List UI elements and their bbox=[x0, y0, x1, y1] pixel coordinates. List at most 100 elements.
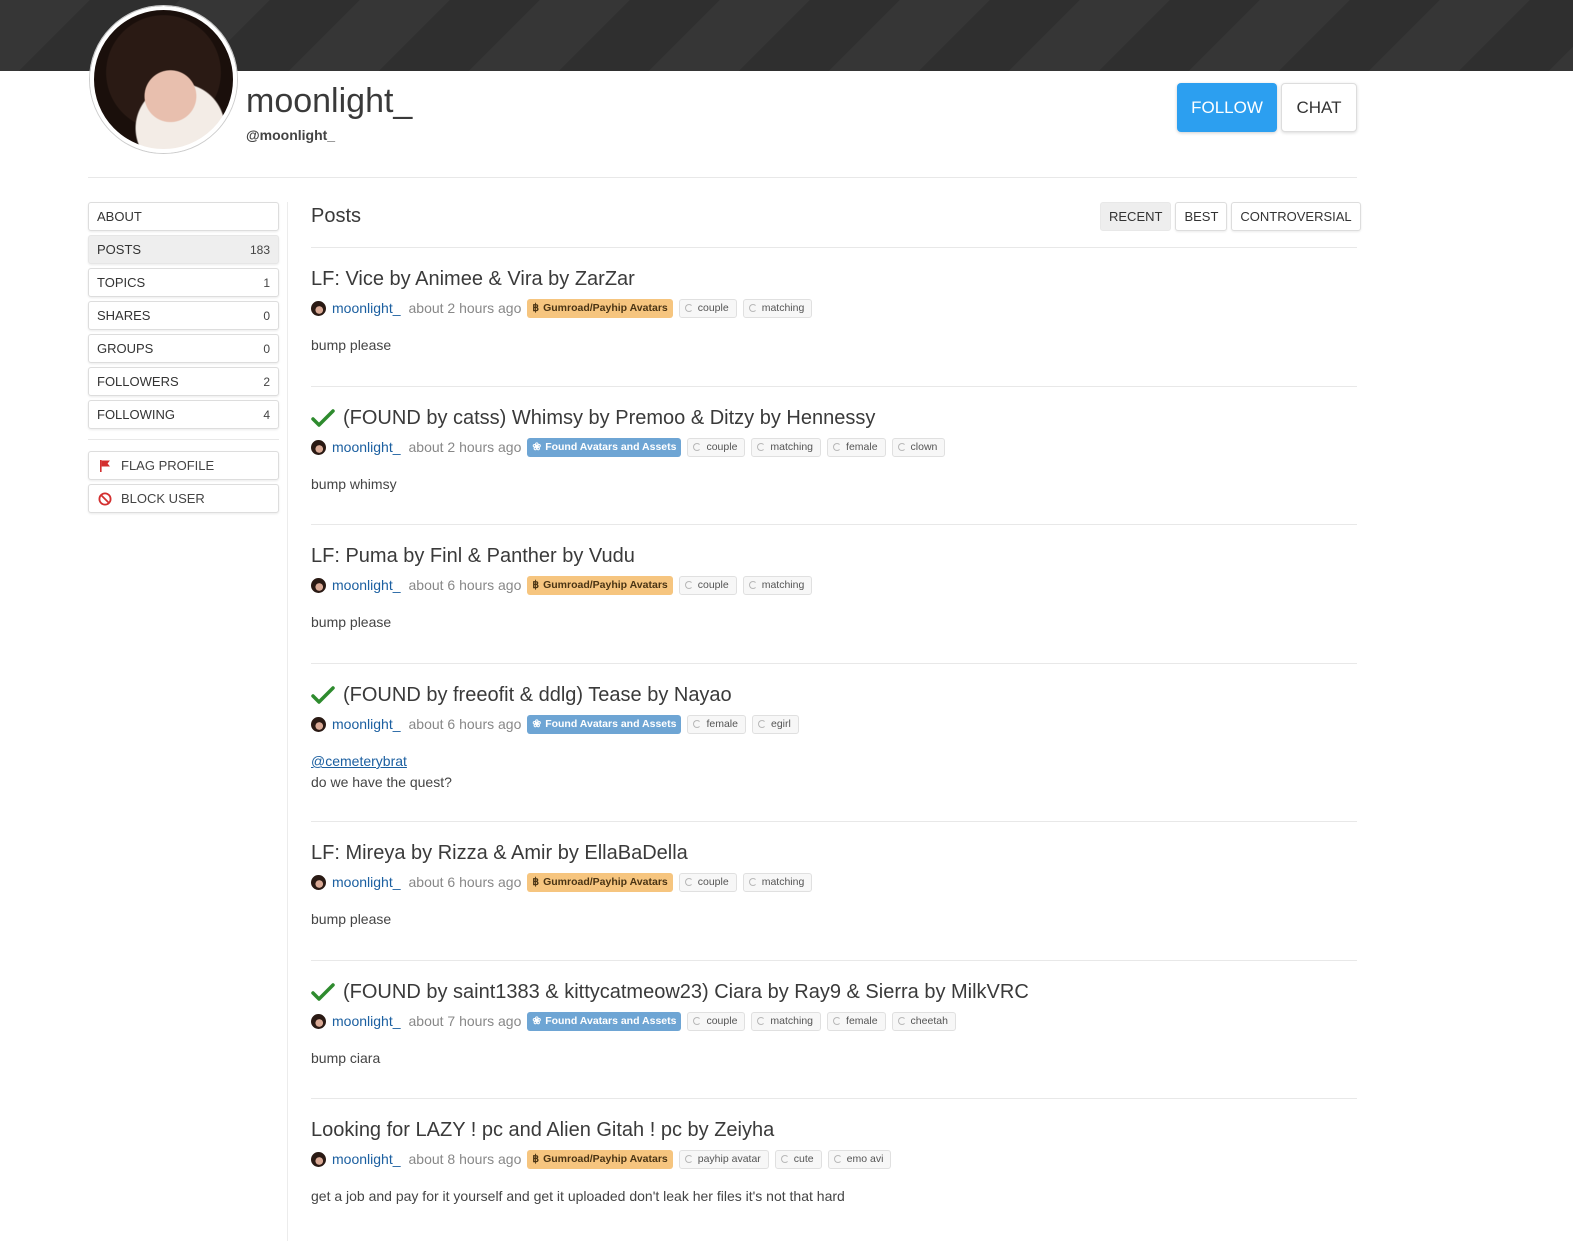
sidebar-item-label: GROUPS bbox=[97, 341, 154, 356]
sidebar-item-count: 0 bbox=[263, 308, 270, 323]
tag-chip[interactable]: matching bbox=[742, 575, 813, 595]
sidebar-separator bbox=[287, 202, 288, 1241]
post-meta: moonlight_ about 2 hours ago ฿ Gumroad/Payh… bbox=[311, 297, 1357, 319]
category-badge[interactable]: ❀ Found Avatars and Assets bbox=[527, 437, 682, 457]
chat-button[interactable]: CHAT bbox=[1281, 83, 1357, 132]
sort-tab-controversial[interactable]: CONTROVERSIAL bbox=[1231, 202, 1361, 231]
author-avatar[interactable] bbox=[311, 874, 326, 890]
tag-chip[interactable]: matching bbox=[742, 298, 813, 318]
post-body-text: bump please bbox=[311, 614, 392, 630]
tag-icon bbox=[748, 581, 757, 589]
post-title[interactable]: (FOUND by saint1383 & kittycatmeow23) Ci… bbox=[311, 978, 1357, 1006]
sidebar-item-topics[interactable]: TOPICS 1 bbox=[88, 268, 279, 297]
tag-label: egirl bbox=[770, 718, 791, 730]
post-title[interactable]: Looking for LAZY ! pc and Alien Gitah ! … bbox=[311, 1116, 1357, 1144]
check-icon bbox=[311, 686, 335, 704]
post-author-link[interactable]: moonlight_ bbox=[332, 300, 401, 316]
category-badge[interactable]: ฿ Gumroad/Payhip Avatars bbox=[527, 298, 673, 318]
tag-label: clown bbox=[910, 441, 938, 453]
sort-tab-best[interactable]: BEST bbox=[1175, 202, 1228, 231]
sort-tab-recent[interactable]: RECENT bbox=[1100, 202, 1172, 231]
check-icon bbox=[311, 409, 335, 427]
tag-chip[interactable]: emo avi bbox=[827, 1149, 892, 1169]
tag-icon bbox=[833, 1017, 842, 1025]
post-item: Looking for LAZY ! pc and Alien Gitah ! … bbox=[311, 1116, 1357, 1207]
category-badge[interactable]: ❀ Found Avatars and Assets bbox=[527, 714, 682, 734]
sidebar-item-shares[interactable]: SHARES 0 bbox=[88, 301, 279, 330]
tag-chip[interactable]: couple bbox=[678, 872, 737, 892]
post-title[interactable]: (FOUND by catss) Whimsy by Premoo & Ditz… bbox=[311, 404, 1357, 432]
tag-chip[interactable]: matching bbox=[751, 437, 822, 457]
post-timestamp: about 2 hours ago bbox=[408, 300, 522, 316]
post-title[interactable]: LF: Vice by Animee & Vira by ZarZar bbox=[311, 265, 1357, 293]
author-avatar[interactable] bbox=[311, 577, 326, 593]
post-timestamp: about 7 hours ago bbox=[408, 1013, 522, 1029]
profile-sidebar: ABOUT POSTS 183 TOPICS 1 SHARES 0 GROUPS 0 F… bbox=[88, 202, 279, 517]
block-user-button[interactable]: BLOCK USER bbox=[88, 484, 279, 513]
sidebar-item-label: SHARES bbox=[97, 308, 151, 323]
sidebar-item-posts[interactable]: POSTS 183 bbox=[88, 235, 279, 264]
category-badge[interactable]: ฿ Gumroad/Payhip Avatars bbox=[527, 575, 673, 595]
category-badge[interactable]: ฿ Gumroad/Payhip Avatars bbox=[527, 1149, 673, 1169]
sidebar-item-count: 0 bbox=[263, 341, 270, 356]
tag-icon bbox=[833, 443, 842, 451]
tag-chip[interactable]: female bbox=[687, 714, 746, 734]
post-body: bump please bbox=[311, 909, 1357, 930]
post-item: LF: Vice by Animee & Vira by ZarZar moonl… bbox=[311, 265, 1357, 387]
category-badge[interactable]: ❀ Found Avatars and Assets bbox=[527, 1011, 682, 1031]
tag-chip[interactable]: couple bbox=[678, 575, 737, 595]
mention-link[interactable]: @cemeterybrat bbox=[311, 751, 1357, 772]
tag-chip[interactable]: matching bbox=[742, 872, 813, 892]
tag-label: cute bbox=[793, 1153, 814, 1165]
tag-chip[interactable]: egirl bbox=[751, 714, 799, 734]
post-author-link[interactable]: moonlight_ bbox=[332, 874, 401, 890]
post-divider bbox=[311, 524, 1357, 525]
author-avatar[interactable] bbox=[311, 716, 326, 732]
tag-chip[interactable]: cute bbox=[774, 1149, 822, 1169]
post-timestamp: about 8 hours ago bbox=[408, 1151, 522, 1167]
flag-profile-button[interactable]: FLAG PROFILE bbox=[88, 451, 279, 480]
tag-chip[interactable]: payhip avatar bbox=[678, 1149, 769, 1169]
category-badge[interactable]: ฿ Gumroad/Payhip Avatars bbox=[527, 872, 673, 892]
found-icon: ❀ bbox=[532, 1015, 542, 1027]
post-title[interactable]: LF: Puma by Finl & Panther by Vudu bbox=[311, 542, 1357, 570]
post-author-link[interactable]: moonlight_ bbox=[332, 439, 401, 455]
post-author-link[interactable]: moonlight_ bbox=[332, 577, 401, 593]
tag-chip[interactable]: matching bbox=[751, 1011, 822, 1031]
tag-icon bbox=[757, 443, 766, 451]
category-label: Found Avatars and Assets bbox=[545, 1015, 677, 1027]
post-divider bbox=[311, 960, 1357, 961]
post-title-text: LF: Vice by Animee & Vira by ZarZar bbox=[311, 267, 635, 290]
sidebar-item-groups[interactable]: GROUPS 0 bbox=[88, 334, 279, 363]
post-meta: moonlight_ about 6 hours ago ❀ Found Avatar… bbox=[311, 713, 1357, 735]
tag-chip[interactable]: couple bbox=[678, 298, 737, 318]
author-avatar[interactable] bbox=[311, 1013, 326, 1029]
tag-chip[interactable]: female bbox=[827, 1011, 886, 1031]
author-avatar[interactable] bbox=[311, 300, 326, 316]
sidebar-item-about[interactable]: ABOUT bbox=[88, 202, 279, 231]
post-author-link[interactable]: moonlight_ bbox=[332, 716, 401, 732]
post-meta: moonlight_ about 7 hours ago ❀ Found Avatar… bbox=[311, 1010, 1357, 1032]
post-body-text: bump please bbox=[311, 911, 392, 927]
tag-chip[interactable]: couple bbox=[687, 437, 746, 457]
post-title[interactable]: (FOUND by freeofit & ddlg) Tease by Naya… bbox=[311, 681, 1357, 709]
tag-label: payhip avatar bbox=[697, 1153, 761, 1165]
sidebar-item-count: 4 bbox=[263, 407, 270, 422]
category-label: Gumroad/Payhip Avatars bbox=[543, 876, 668, 888]
tag-chip[interactable]: couple bbox=[687, 1011, 746, 1031]
post-author-link[interactable]: moonlight_ bbox=[332, 1151, 401, 1167]
tag-chip[interactable]: clown bbox=[891, 437, 946, 457]
tag-chip[interactable]: cheetah bbox=[891, 1011, 956, 1031]
post-author-link[interactable]: moonlight_ bbox=[332, 1013, 401, 1029]
post-body-text: bump whimsy bbox=[311, 476, 397, 492]
sidebar-item-following[interactable]: FOLLOWING 4 bbox=[88, 400, 279, 429]
post-item: (FOUND by saint1383 & kittycatmeow23) Ci… bbox=[311, 978, 1357, 1099]
tag-chip[interactable]: female bbox=[827, 437, 886, 457]
tag-icon bbox=[684, 581, 693, 589]
post-title[interactable]: LF: Mireya by Rizza & Amir by EllaBaDell… bbox=[311, 839, 1357, 867]
sidebar-item-followers[interactable]: FOLLOWERS 2 bbox=[88, 367, 279, 396]
author-avatar[interactable] bbox=[311, 1151, 326, 1167]
author-avatar[interactable] bbox=[311, 439, 326, 455]
follow-button[interactable]: FOLLOW bbox=[1177, 83, 1277, 132]
post-meta: moonlight_ about 6 hours ago ฿ Gumroad/Payh… bbox=[311, 871, 1357, 893]
